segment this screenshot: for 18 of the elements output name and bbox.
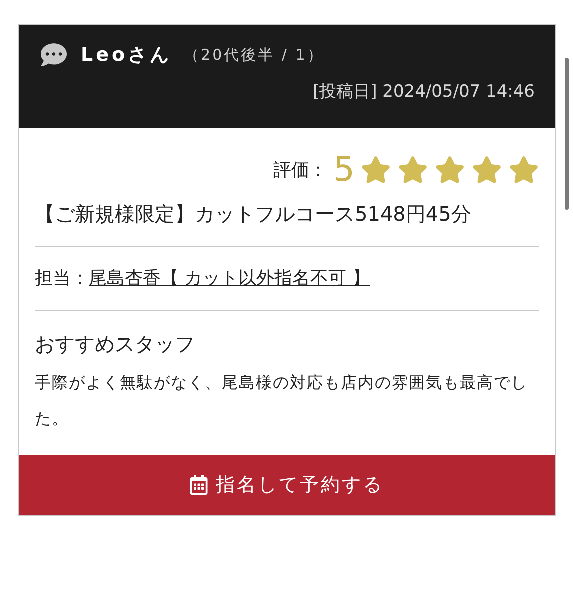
- staff-link[interactable]: 尾島杏香【 カット以外指名不可 】: [89, 265, 370, 292]
- rating-value: 5: [333, 150, 355, 190]
- star-icon: [398, 156, 428, 184]
- star-icon: [472, 156, 502, 184]
- star-icon: [509, 156, 539, 184]
- course-name: 【ご新規様限定】カットフルコース5148円45分: [35, 196, 539, 247]
- review-heading: おすすめスタッフ: [35, 331, 196, 358]
- calendar-icon: [190, 475, 208, 495]
- reviewer-info: （20代後半 / 1）: [184, 45, 324, 66]
- reviewer-name: Leoさん: [81, 43, 172, 68]
- star-icon: [361, 156, 391, 184]
- staff-label: 担当：: [35, 267, 89, 291]
- reserve-button[interactable]: 指名して予約する: [19, 455, 555, 515]
- rating-label: 評価：: [273, 158, 328, 182]
- star-icon: [435, 156, 465, 184]
- review-text: 手際がよく無駄がなく、尾島様の対応も店内の雰囲気も最高でした。: [35, 372, 529, 430]
- posted-date: [投稿日] 2024/05/07 14:46: [312, 80, 535, 104]
- speech-bubble-icon: [39, 42, 69, 68]
